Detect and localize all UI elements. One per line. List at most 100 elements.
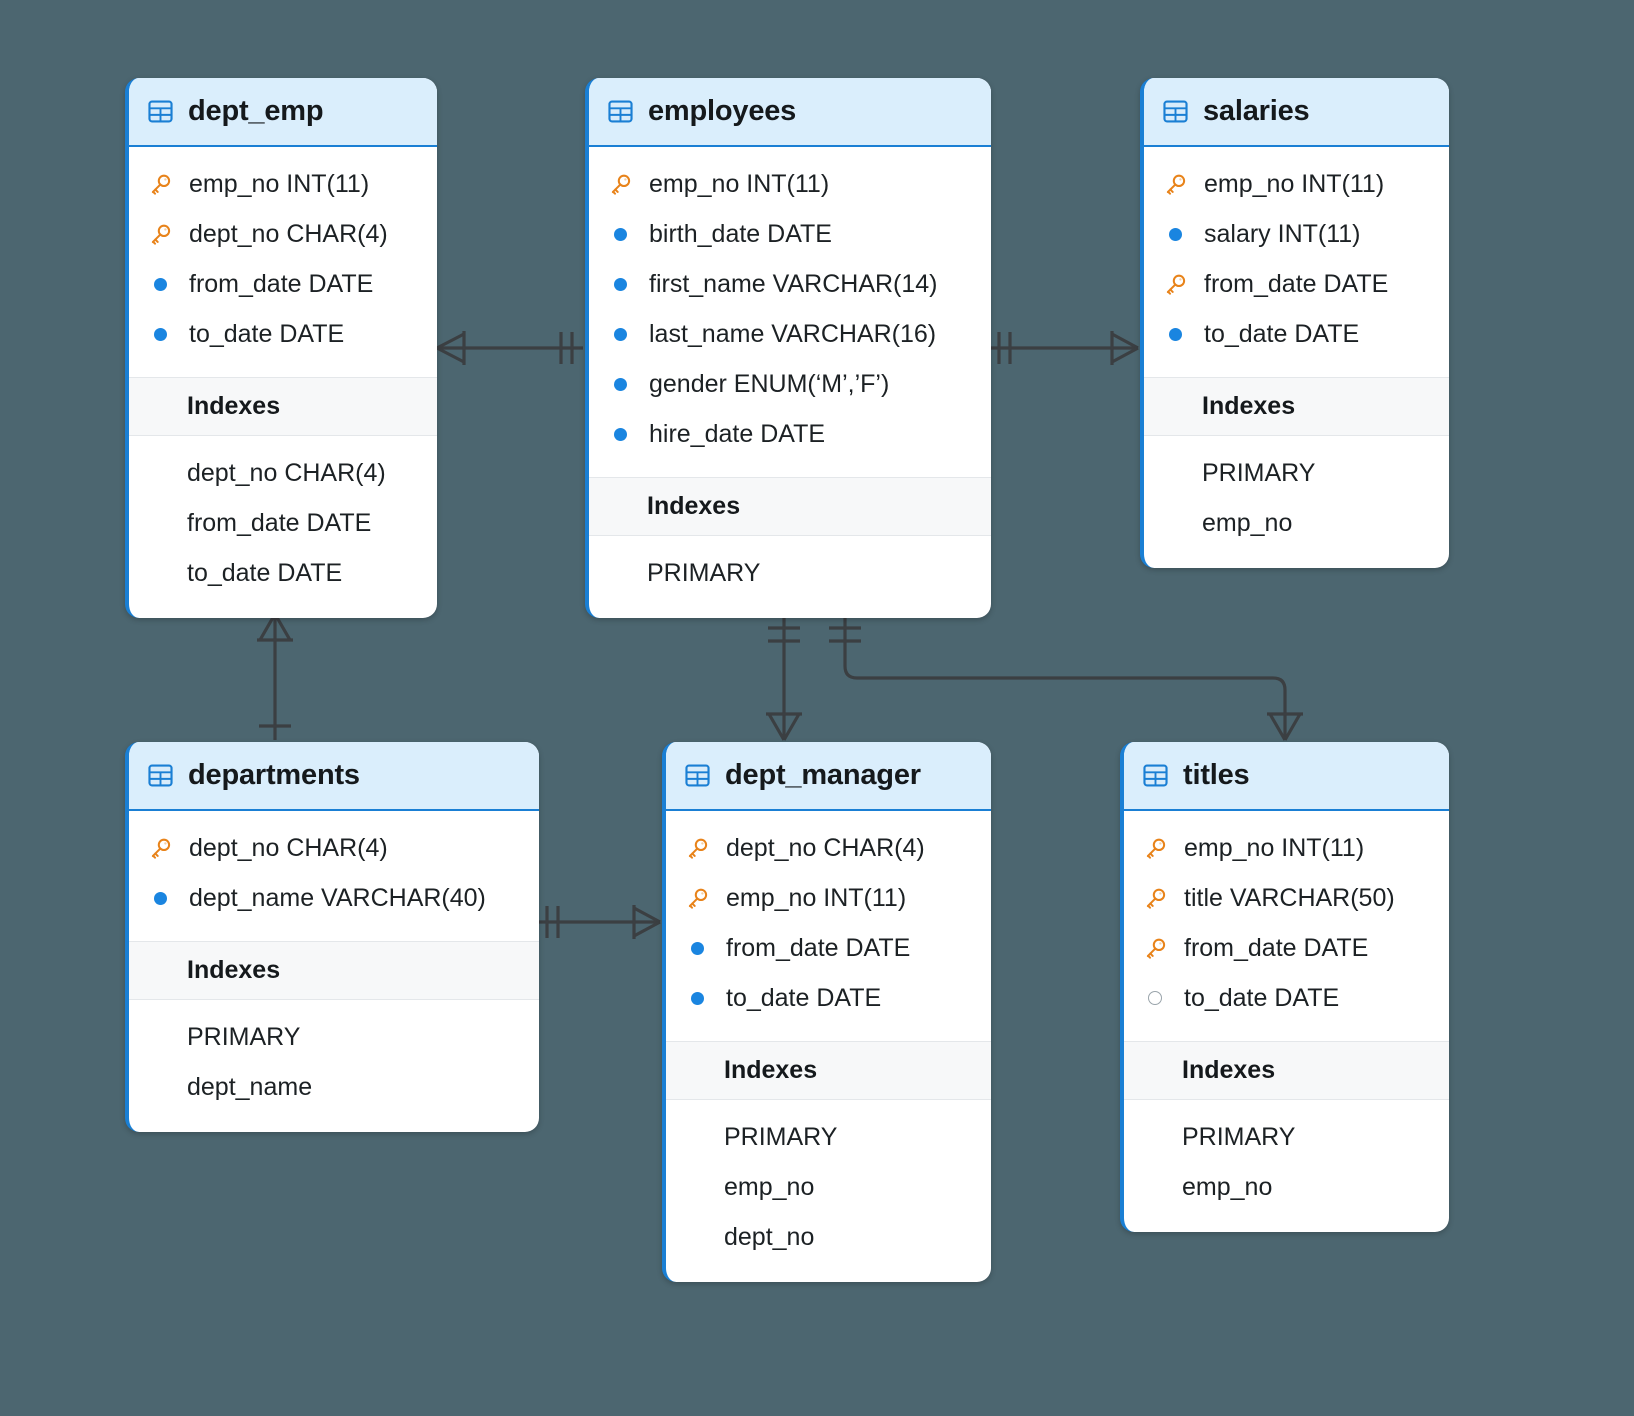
- table-title: dept_emp: [188, 95, 324, 127]
- column-row[interactable]: to_date DATE: [147, 309, 417, 359]
- table-card-titles[interactable]: titles emp_no INT(11) title VARCHAR(50) fro…: [1120, 742, 1449, 1232]
- column-row[interactable]: dept_no CHAR(4): [147, 823, 519, 873]
- column-row[interactable]: last_name VARCHAR(16): [607, 309, 971, 359]
- column-row[interactable]: from_date DATE: [1162, 259, 1429, 309]
- column-marker-slot: [1142, 837, 1168, 860]
- column-row[interactable]: to_date DATE: [1142, 973, 1429, 1023]
- column-label: dept_name VARCHAR(40): [189, 883, 486, 912]
- column-list: emp_no INT(11) dept_no CHAR(4) from_date D…: [129, 147, 437, 377]
- column-list: emp_no INT(11) salary INT(11) from_date DA…: [1144, 147, 1449, 377]
- column-row[interactable]: hire_date DATE: [607, 409, 971, 459]
- column-marker-slot: [684, 941, 710, 955]
- column-marker-slot: [607, 173, 633, 196]
- column-row[interactable]: dept_no CHAR(4): [684, 823, 971, 873]
- index-row[interactable]: emp_no: [724, 1162, 971, 1212]
- column-label: birth_date DATE: [649, 219, 832, 248]
- table-header-dept_emp[interactable]: dept_emp: [129, 78, 437, 147]
- column-marker-slot: [684, 991, 710, 1005]
- column-label: gender ENUM(‘M’,’F’): [649, 369, 890, 398]
- column-row[interactable]: emp_no INT(11): [607, 159, 971, 209]
- index-row[interactable]: PRIMARY: [187, 1012, 519, 1062]
- column-row[interactable]: birth_date DATE: [607, 209, 971, 259]
- table-title: departments: [188, 759, 360, 791]
- table-card-dept_manager[interactable]: dept_manager dept_no CHAR(4) emp_no INT(11…: [662, 742, 991, 1282]
- column-label: from_date DATE: [1184, 933, 1369, 962]
- table-header-titles[interactable]: titles: [1124, 742, 1449, 811]
- index-row[interactable]: PRIMARY: [724, 1112, 971, 1162]
- index-row[interactable]: PRIMARY: [1202, 448, 1429, 498]
- column-marker-slot: [684, 887, 710, 910]
- column-marker-slot: [1162, 327, 1188, 341]
- index-row[interactable]: PRIMARY: [647, 548, 971, 598]
- column-marker-slot: [1162, 173, 1188, 196]
- column-label: to_date DATE: [189, 319, 345, 348]
- column-label: emp_no INT(11): [649, 169, 830, 198]
- table-card-employees[interactable]: employees emp_no INT(11) birth_date DATE fi…: [585, 78, 991, 618]
- index-list: PRIMARY dept_name: [129, 1000, 539, 1132]
- table-card-departments[interactable]: departments dept_no CHAR(4) dept_name VARC…: [125, 742, 539, 1132]
- column-row[interactable]: salary INT(11): [1162, 209, 1429, 259]
- column-marker: [1168, 327, 1182, 341]
- column-marker: [153, 891, 167, 905]
- index-row[interactable]: from_date DATE: [187, 498, 417, 548]
- table-card-salaries[interactable]: salaries emp_no INT(11) salary INT(11) from…: [1140, 78, 1449, 568]
- table-icon: [1143, 764, 1168, 787]
- index-list: PRIMARY emp_no: [1124, 1100, 1449, 1232]
- index-row[interactable]: dept_no: [724, 1212, 971, 1262]
- column-marker-slot: [1162, 273, 1188, 296]
- indexes-section-header: Indexes: [1144, 377, 1449, 436]
- column-label: last_name VARCHAR(16): [649, 319, 937, 348]
- index-row[interactable]: dept_name: [187, 1062, 519, 1112]
- table-icon: [148, 764, 173, 787]
- relationship-employees-dept_emp: [436, 331, 583, 365]
- column-row[interactable]: title VARCHAR(50): [1142, 873, 1429, 923]
- table-header-departments[interactable]: departments: [129, 742, 539, 811]
- index-row[interactable]: emp_no: [1202, 498, 1429, 548]
- column-label: to_date DATE: [1204, 319, 1360, 348]
- column-row[interactable]: first_name VARCHAR(14): [607, 259, 971, 309]
- primary-key-icon: [611, 174, 630, 195]
- column-row[interactable]: dept_name VARCHAR(40): [147, 873, 519, 923]
- column-label: emp_no INT(11): [1184, 833, 1365, 862]
- column-marker: [613, 427, 627, 441]
- column-marker-slot: [147, 327, 173, 341]
- column-row[interactable]: emp_no INT(11): [1142, 823, 1429, 873]
- column-label: dept_no CHAR(4): [726, 833, 925, 862]
- primary-key-icon: [688, 888, 707, 909]
- column-label: title VARCHAR(50): [1184, 883, 1395, 912]
- primary-key-icon: [1146, 888, 1165, 909]
- column-row[interactable]: to_date DATE: [684, 973, 971, 1023]
- table-icon: [148, 100, 173, 123]
- index-row[interactable]: to_date DATE: [187, 548, 417, 598]
- column-marker: [690, 941, 704, 955]
- index-list: PRIMARY: [589, 536, 991, 618]
- indexes-section-header: Indexes: [129, 377, 437, 436]
- column-marker: [613, 227, 627, 241]
- column-label: dept_no CHAR(4): [189, 219, 388, 248]
- column-marker-slot: [607, 377, 633, 391]
- column-row[interactable]: emp_no INT(11): [684, 873, 971, 923]
- column-marker-slot: [147, 173, 173, 196]
- column-row[interactable]: to_date DATE: [1162, 309, 1429, 359]
- column-row[interactable]: from_date DATE: [684, 923, 971, 973]
- column-row[interactable]: from_date DATE: [147, 259, 417, 309]
- column-list: dept_no CHAR(4) dept_name VARCHAR(40): [129, 811, 539, 941]
- index-row[interactable]: emp_no: [1182, 1162, 1429, 1212]
- column-row[interactable]: emp_no INT(11): [147, 159, 417, 209]
- column-label: hire_date DATE: [649, 419, 826, 448]
- column-marker-slot: [1142, 887, 1168, 910]
- column-marker: [613, 377, 627, 391]
- column-row[interactable]: emp_no INT(11): [1162, 159, 1429, 209]
- column-label: dept_no CHAR(4): [189, 833, 388, 862]
- primary-key-icon: [1166, 174, 1185, 195]
- column-marker: [153, 327, 167, 341]
- column-row[interactable]: gender ENUM(‘M’,’F’): [607, 359, 971, 409]
- table-header-dept_manager[interactable]: dept_manager: [666, 742, 991, 811]
- table-header-salaries[interactable]: salaries: [1144, 78, 1449, 147]
- column-row[interactable]: from_date DATE: [1142, 923, 1429, 973]
- table-header-employees[interactable]: employees: [589, 78, 991, 147]
- index-row[interactable]: dept_no CHAR(4): [187, 448, 417, 498]
- column-row[interactable]: dept_no CHAR(4): [147, 209, 417, 259]
- table-card-dept_emp[interactable]: dept_emp emp_no INT(11) dept_no CHAR(4) fro…: [125, 78, 437, 618]
- index-row[interactable]: PRIMARY: [1182, 1112, 1429, 1162]
